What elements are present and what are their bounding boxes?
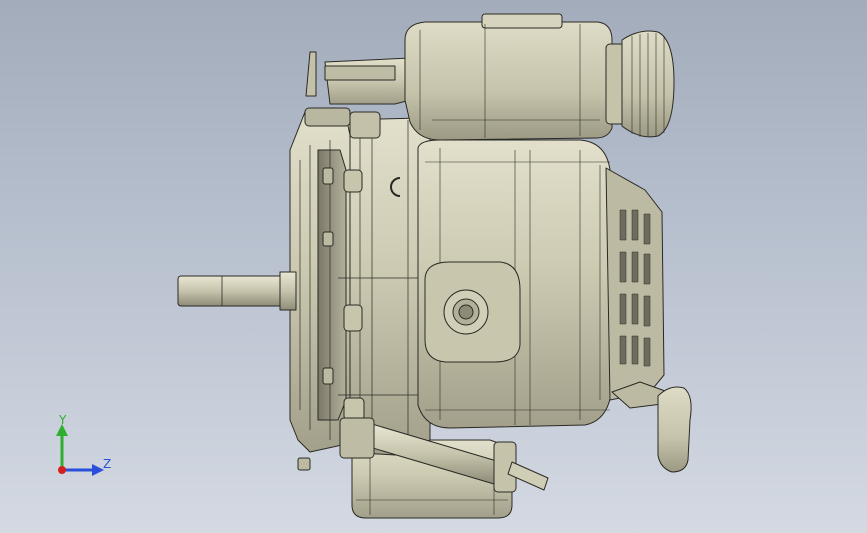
grille-slot (643, 295, 651, 327)
grille-slot (631, 335, 639, 365)
flange-bolt (322, 367, 334, 385)
block-boss (343, 169, 363, 193)
graphics-viewport[interactable]: Y Z (0, 0, 867, 533)
grille-slot (631, 251, 639, 283)
grille-slot (619, 335, 627, 365)
air-cleaner-top (481, 13, 563, 29)
x-axis-dot (58, 466, 66, 474)
flange-bolt (297, 457, 311, 471)
grille-slot (643, 337, 651, 367)
grille-slot (643, 253, 651, 285)
block-boss (343, 304, 363, 332)
governor-bracket (324, 65, 396, 81)
z-axis-label: Z (103, 457, 112, 471)
y-axis-label: Y (59, 413, 67, 427)
output-shaft (177, 275, 297, 307)
flange-bolt (322, 231, 334, 247)
grille-slot (631, 293, 639, 325)
engine-model[interactable] (0, 0, 867, 533)
flange-bolt (322, 167, 334, 185)
starter-handle[interactable] (657, 386, 692, 473)
grille-slot (619, 251, 627, 283)
air-cleaner (404, 21, 613, 141)
grille-slot (619, 293, 627, 325)
block-boss (343, 397, 365, 421)
grille-slot (643, 213, 651, 245)
coordinate-triad: Y Z (48, 412, 118, 482)
carburetor-linkage (324, 57, 411, 105)
grille-slot (631, 209, 639, 241)
recoil-starter-guard (605, 167, 665, 401)
grille-slot (619, 209, 627, 241)
